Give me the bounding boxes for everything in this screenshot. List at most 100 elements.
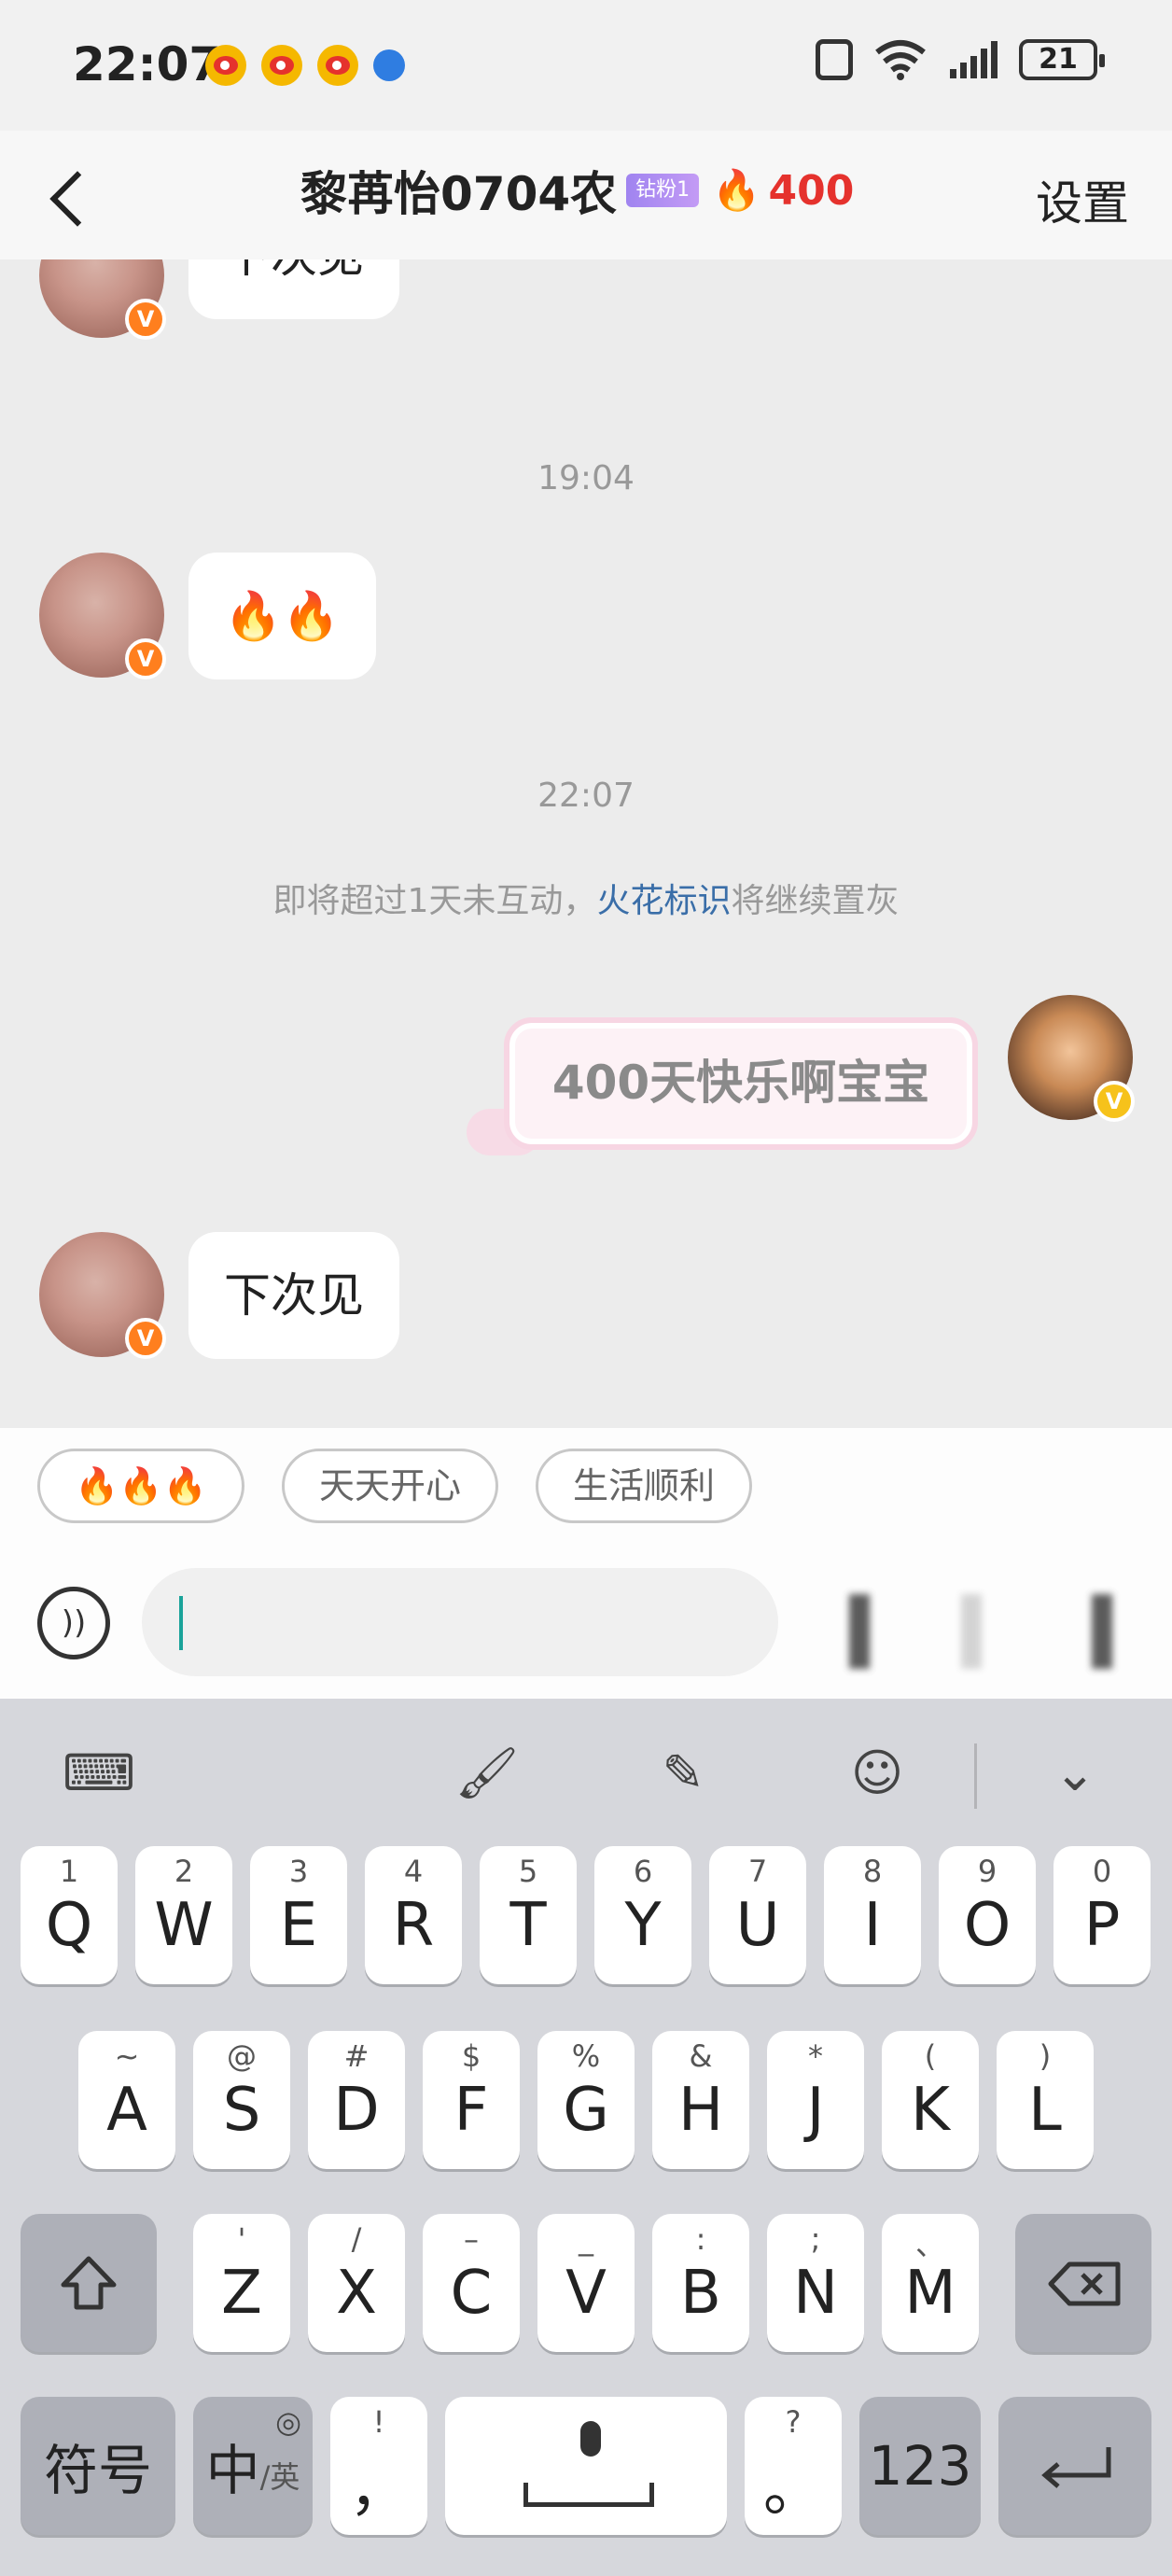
comma-key[interactable]: !， bbox=[330, 2397, 427, 2535]
weibo-notification-icon bbox=[261, 45, 302, 86]
toolbar-divider bbox=[974, 1743, 977, 1809]
blurred-action-icon[interactable] bbox=[961, 1594, 982, 1669]
settings-button[interactable]: 设置 bbox=[1036, 166, 1129, 233]
key-w[interactable]: 2W bbox=[135, 1846, 232, 1984]
key-e[interactable]: 3E bbox=[250, 1846, 347, 1984]
key-m[interactable]: 、 M bbox=[882, 2214, 979, 2352]
contact-avatar[interactable]: V bbox=[39, 553, 166, 679]
space-bar-icon bbox=[523, 2483, 654, 2507]
battery-indicator: 21 bbox=[1019, 39, 1105, 80]
status-app-icons bbox=[205, 45, 405, 86]
key-g[interactable]: % G bbox=[537, 2031, 635, 2169]
symbols-key[interactable]: 符号 bbox=[21, 2397, 175, 2535]
key-a[interactable]: ~ A bbox=[78, 2031, 175, 2169]
composer-action-icons[interactable] bbox=[821, 1566, 1138, 1678]
app-notification-icon bbox=[373, 49, 405, 81]
key-u[interactable]: 7U bbox=[709, 1846, 806, 1984]
key-o[interactable]: 9O bbox=[939, 1846, 1036, 1984]
globe-icon: ◎ bbox=[275, 2404, 301, 2440]
enter-icon bbox=[1041, 2447, 1111, 2488]
language-switch-key[interactable]: 中/英 ◎ bbox=[193, 2397, 313, 2535]
status-bar: 22:07 21 bbox=[0, 0, 1172, 131]
key-x[interactable]: / X bbox=[308, 2214, 405, 2352]
notice-text: 将继续置灰 bbox=[731, 882, 900, 920]
verified-badge-icon: V bbox=[125, 299, 166, 340]
greeting-card-message[interactable]: 400天快乐啊宝宝 bbox=[504, 1017, 978, 1150]
message-bubble[interactable]: 下次见 bbox=[188, 259, 399, 319]
verified-badge-icon: V bbox=[125, 638, 166, 679]
status-time: 22:07 bbox=[73, 37, 222, 91]
key-j[interactable]: * J bbox=[767, 2031, 864, 2169]
message-timestamp: 19:04 bbox=[537, 459, 635, 497]
key-f[interactable]: $ F bbox=[423, 2031, 520, 2169]
contact-avatar[interactable]: V bbox=[39, 259, 166, 340]
self-avatar[interactable]: V bbox=[1008, 995, 1135, 1122]
key-t[interactable]: 5T bbox=[480, 1846, 577, 1984]
key-v[interactable]: _ V bbox=[537, 2214, 635, 2352]
backspace-icon bbox=[1048, 2261, 1121, 2306]
chat-history[interactable]: V 下次见 19:04 V 🔥🔥 22:07 即将超过1天未互动，火花标识将继续… bbox=[0, 259, 1172, 1428]
message-input[interactable] bbox=[142, 1568, 778, 1676]
blurred-action-icon[interactable] bbox=[1092, 1594, 1112, 1669]
collapse-keyboard-icon[interactable]: ⌄ bbox=[1038, 1736, 1112, 1811]
soft-keyboard: ⌨ 🖌 ✎ ☺ ⌄ 1Q 2W 3E 4R 5T 6Y 7U 8I 9O 0P … bbox=[0, 1699, 1172, 2576]
lang-main-label: 中 bbox=[205, 2439, 260, 2502]
ai-write-icon[interactable]: ✎ bbox=[646, 1736, 720, 1811]
signal-icon bbox=[950, 41, 998, 78]
key-b[interactable]: :B bbox=[652, 2214, 749, 2352]
key-z[interactable]: ' Z bbox=[193, 2214, 290, 2352]
enter-key[interactable] bbox=[998, 2397, 1151, 2535]
keyboard-toolbar: ⌨ 🖌 ✎ ☺ ⌄ bbox=[0, 1699, 1172, 1839]
message-bubble[interactable]: 下次见 bbox=[188, 1232, 399, 1359]
key-n[interactable]: ; N bbox=[767, 2214, 864, 2352]
space-key[interactable] bbox=[445, 2397, 727, 2535]
message-timestamp: 22:07 bbox=[537, 777, 635, 815]
nfc-icon bbox=[816, 39, 853, 80]
shift-icon bbox=[61, 2256, 117, 2310]
fan-level-badge: 钻粉1 bbox=[626, 174, 700, 207]
system-notice: 即将超过1天未互动，火花标识将继续置灰 bbox=[0, 874, 1172, 922]
weibo-notification-icon bbox=[317, 45, 358, 86]
composer: )) bbox=[0, 1547, 1172, 1699]
voice-input-icon[interactable]: )) bbox=[37, 1587, 110, 1659]
key-s[interactable]: @ S bbox=[193, 2031, 290, 2169]
notice-text: 即将超过1天未互动， bbox=[272, 882, 597, 920]
keyboard-settings-icon[interactable]: ⌨ bbox=[62, 1736, 136, 1811]
verified-badge-icon: V bbox=[1094, 1081, 1135, 1122]
key-i[interactable]: 8I bbox=[824, 1846, 921, 1984]
streak-count: 400 bbox=[768, 166, 855, 215]
key-h[interactable]: & H bbox=[652, 2031, 749, 2169]
quick-reply-chip[interactable]: 天天开心 bbox=[282, 1449, 498, 1523]
blurred-action-icon[interactable] bbox=[849, 1594, 870, 1669]
shift-key[interactable] bbox=[21, 2214, 157, 2352]
verified-badge-icon: V bbox=[125, 1318, 166, 1359]
wifi-icon bbox=[875, 40, 926, 80]
lang-sub-label: /英 bbox=[259, 2459, 300, 2495]
key-k[interactable]: (K bbox=[882, 2031, 979, 2169]
period-key[interactable]: ?。 bbox=[745, 2397, 842, 2535]
key-d[interactable]: # D bbox=[308, 2031, 405, 2169]
weibo-notification-icon bbox=[205, 45, 246, 86]
quick-reply-bar: 🔥🔥🔥 天天开心 生活顺利 bbox=[0, 1428, 1172, 1547]
emoji-icon[interactable]: ☺ bbox=[840, 1736, 914, 1811]
flame-icon: 🔥 bbox=[712, 167, 761, 213]
back-icon[interactable] bbox=[47, 168, 103, 224]
quick-reply-chip[interactable]: 🔥🔥🔥 bbox=[37, 1449, 244, 1523]
key-q[interactable]: 1Q bbox=[21, 1846, 118, 1984]
key-y[interactable]: 6Y bbox=[594, 1846, 691, 1984]
contact-name: 黎苒怡0704农 bbox=[300, 167, 618, 221]
quick-reply-chip[interactable]: 生活顺利 bbox=[536, 1449, 752, 1523]
contact-avatar[interactable]: V bbox=[39, 1232, 166, 1359]
spark-badge-link[interactable]: 火花标识 bbox=[596, 882, 731, 920]
chat-title[interactable]: 黎苒怡0704农 钻粉1 🔥 400 bbox=[300, 157, 854, 224]
key-p[interactable]: 0P bbox=[1053, 1846, 1151, 1984]
microphone-icon bbox=[580, 2421, 601, 2457]
chat-header: 黎苒怡0704农 钻粉1 🔥 400 设置 bbox=[0, 131, 1172, 259]
numbers-key[interactable]: 123 bbox=[859, 2397, 981, 2535]
backspace-key[interactable] bbox=[1015, 2214, 1151, 2352]
message-bubble[interactable]: 🔥🔥 bbox=[188, 553, 376, 679]
key-r[interactable]: 4R bbox=[365, 1846, 462, 1984]
key-l[interactable]: ) L bbox=[997, 2031, 1094, 2169]
key-c[interactable]: – C bbox=[423, 2214, 520, 2352]
theme-brush-icon[interactable]: 🖌 bbox=[450, 1736, 524, 1811]
